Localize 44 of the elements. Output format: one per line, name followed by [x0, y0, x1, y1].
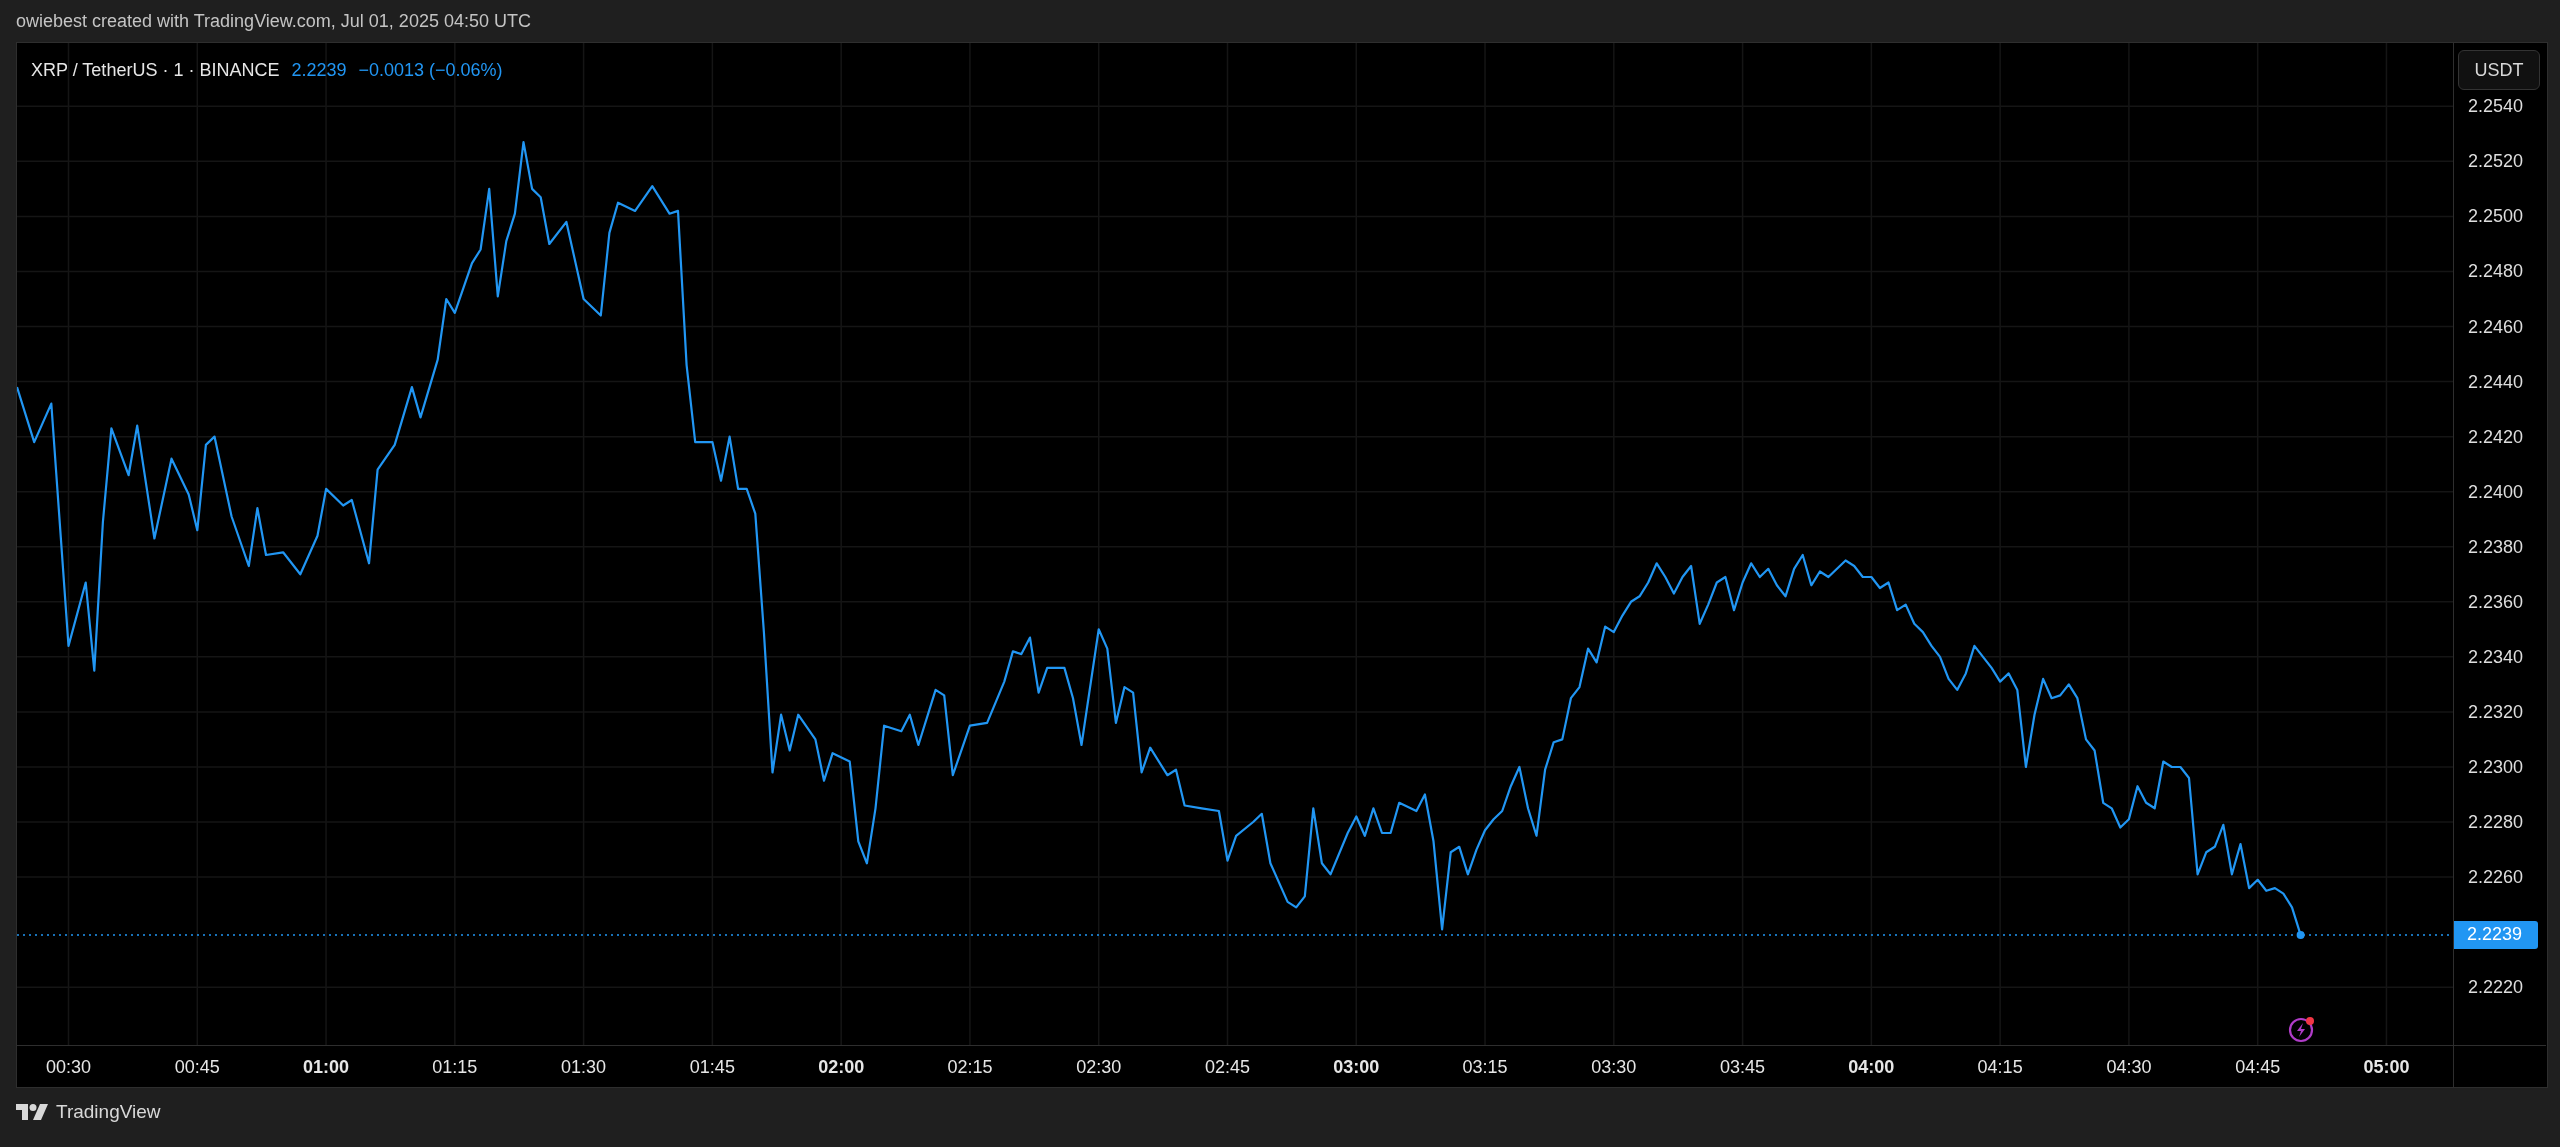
axis-label: 02:15 — [946, 1056, 994, 1078]
legend-change: −0.0013 (−0.06%) — [358, 59, 503, 82]
axis-label: 01:45 — [688, 1056, 736, 1078]
logo-icon — [16, 1104, 48, 1120]
axis-label: 03:45 — [1719, 1056, 1767, 1078]
axis-label: 2.2340 — [2468, 645, 2524, 668]
axis-label: 01:30 — [560, 1056, 608, 1078]
axis-label: 01:00 — [302, 1056, 351, 1078]
axis-label: 04:00 — [1847, 1056, 1896, 1078]
last-price-label: 2.2239 — [2454, 920, 2538, 949]
axis-label: 00:30 — [44, 1056, 92, 1078]
axis-label: 02:00 — [817, 1056, 866, 1078]
axis-label: 2.2360 — [2468, 590, 2524, 613]
axis-label: 2.2380 — [2468, 535, 2524, 558]
logo-text: TradingView — [56, 1099, 161, 1124]
axis-label: 2.2520 — [2468, 150, 2524, 173]
currency-button[interactable]: USDT — [2458, 50, 2540, 90]
axis-label: 2.2400 — [2468, 480, 2524, 503]
axis-label: 2.2220 — [2468, 976, 2524, 999]
axis-label: 2.2260 — [2468, 866, 2524, 889]
axis-label: 2.2320 — [2468, 700, 2524, 723]
axis-label: 02:30 — [1075, 1056, 1123, 1078]
axis-label: 2.2460 — [2468, 315, 2524, 338]
axis-label: 2.2540 — [2468, 95, 2524, 118]
axis-label: 03:00 — [1332, 1056, 1381, 1078]
axis-label: 03:30 — [1590, 1056, 1638, 1078]
axis-label: 01:15 — [431, 1056, 479, 1078]
axis-label: 04:45 — [2234, 1056, 2282, 1078]
axis-label: 2.2480 — [2468, 260, 2524, 283]
legend-price: 2.2239 — [291, 59, 347, 82]
axis-label: 2.2300 — [2468, 755, 2524, 778]
axis-label: 05:00 — [2362, 1056, 2411, 1078]
axis-label: 2.2440 — [2468, 370, 2524, 393]
axis-label: 2.2420 — [2468, 425, 2524, 448]
axis-label: 03:15 — [1461, 1056, 1509, 1078]
axis-label: 2.2500 — [2468, 205, 2524, 228]
axis-label: 04:30 — [2105, 1056, 2153, 1078]
axis-label: 2.2280 — [2468, 811, 2524, 833]
axis-label: 02:45 — [1203, 1056, 1251, 1078]
legend-symbol: XRP / TetherUS · 1 · BINANCE — [31, 59, 280, 82]
last-price-dot — [2296, 930, 2305, 939]
chart-caption: owiebest created with TradingView.com, Jul 01, 2025 04:50 UTC — [16, 9, 531, 33]
axis-label: 04:15 — [1976, 1056, 2024, 1078]
axis-label: 00:45 — [173, 1056, 221, 1078]
